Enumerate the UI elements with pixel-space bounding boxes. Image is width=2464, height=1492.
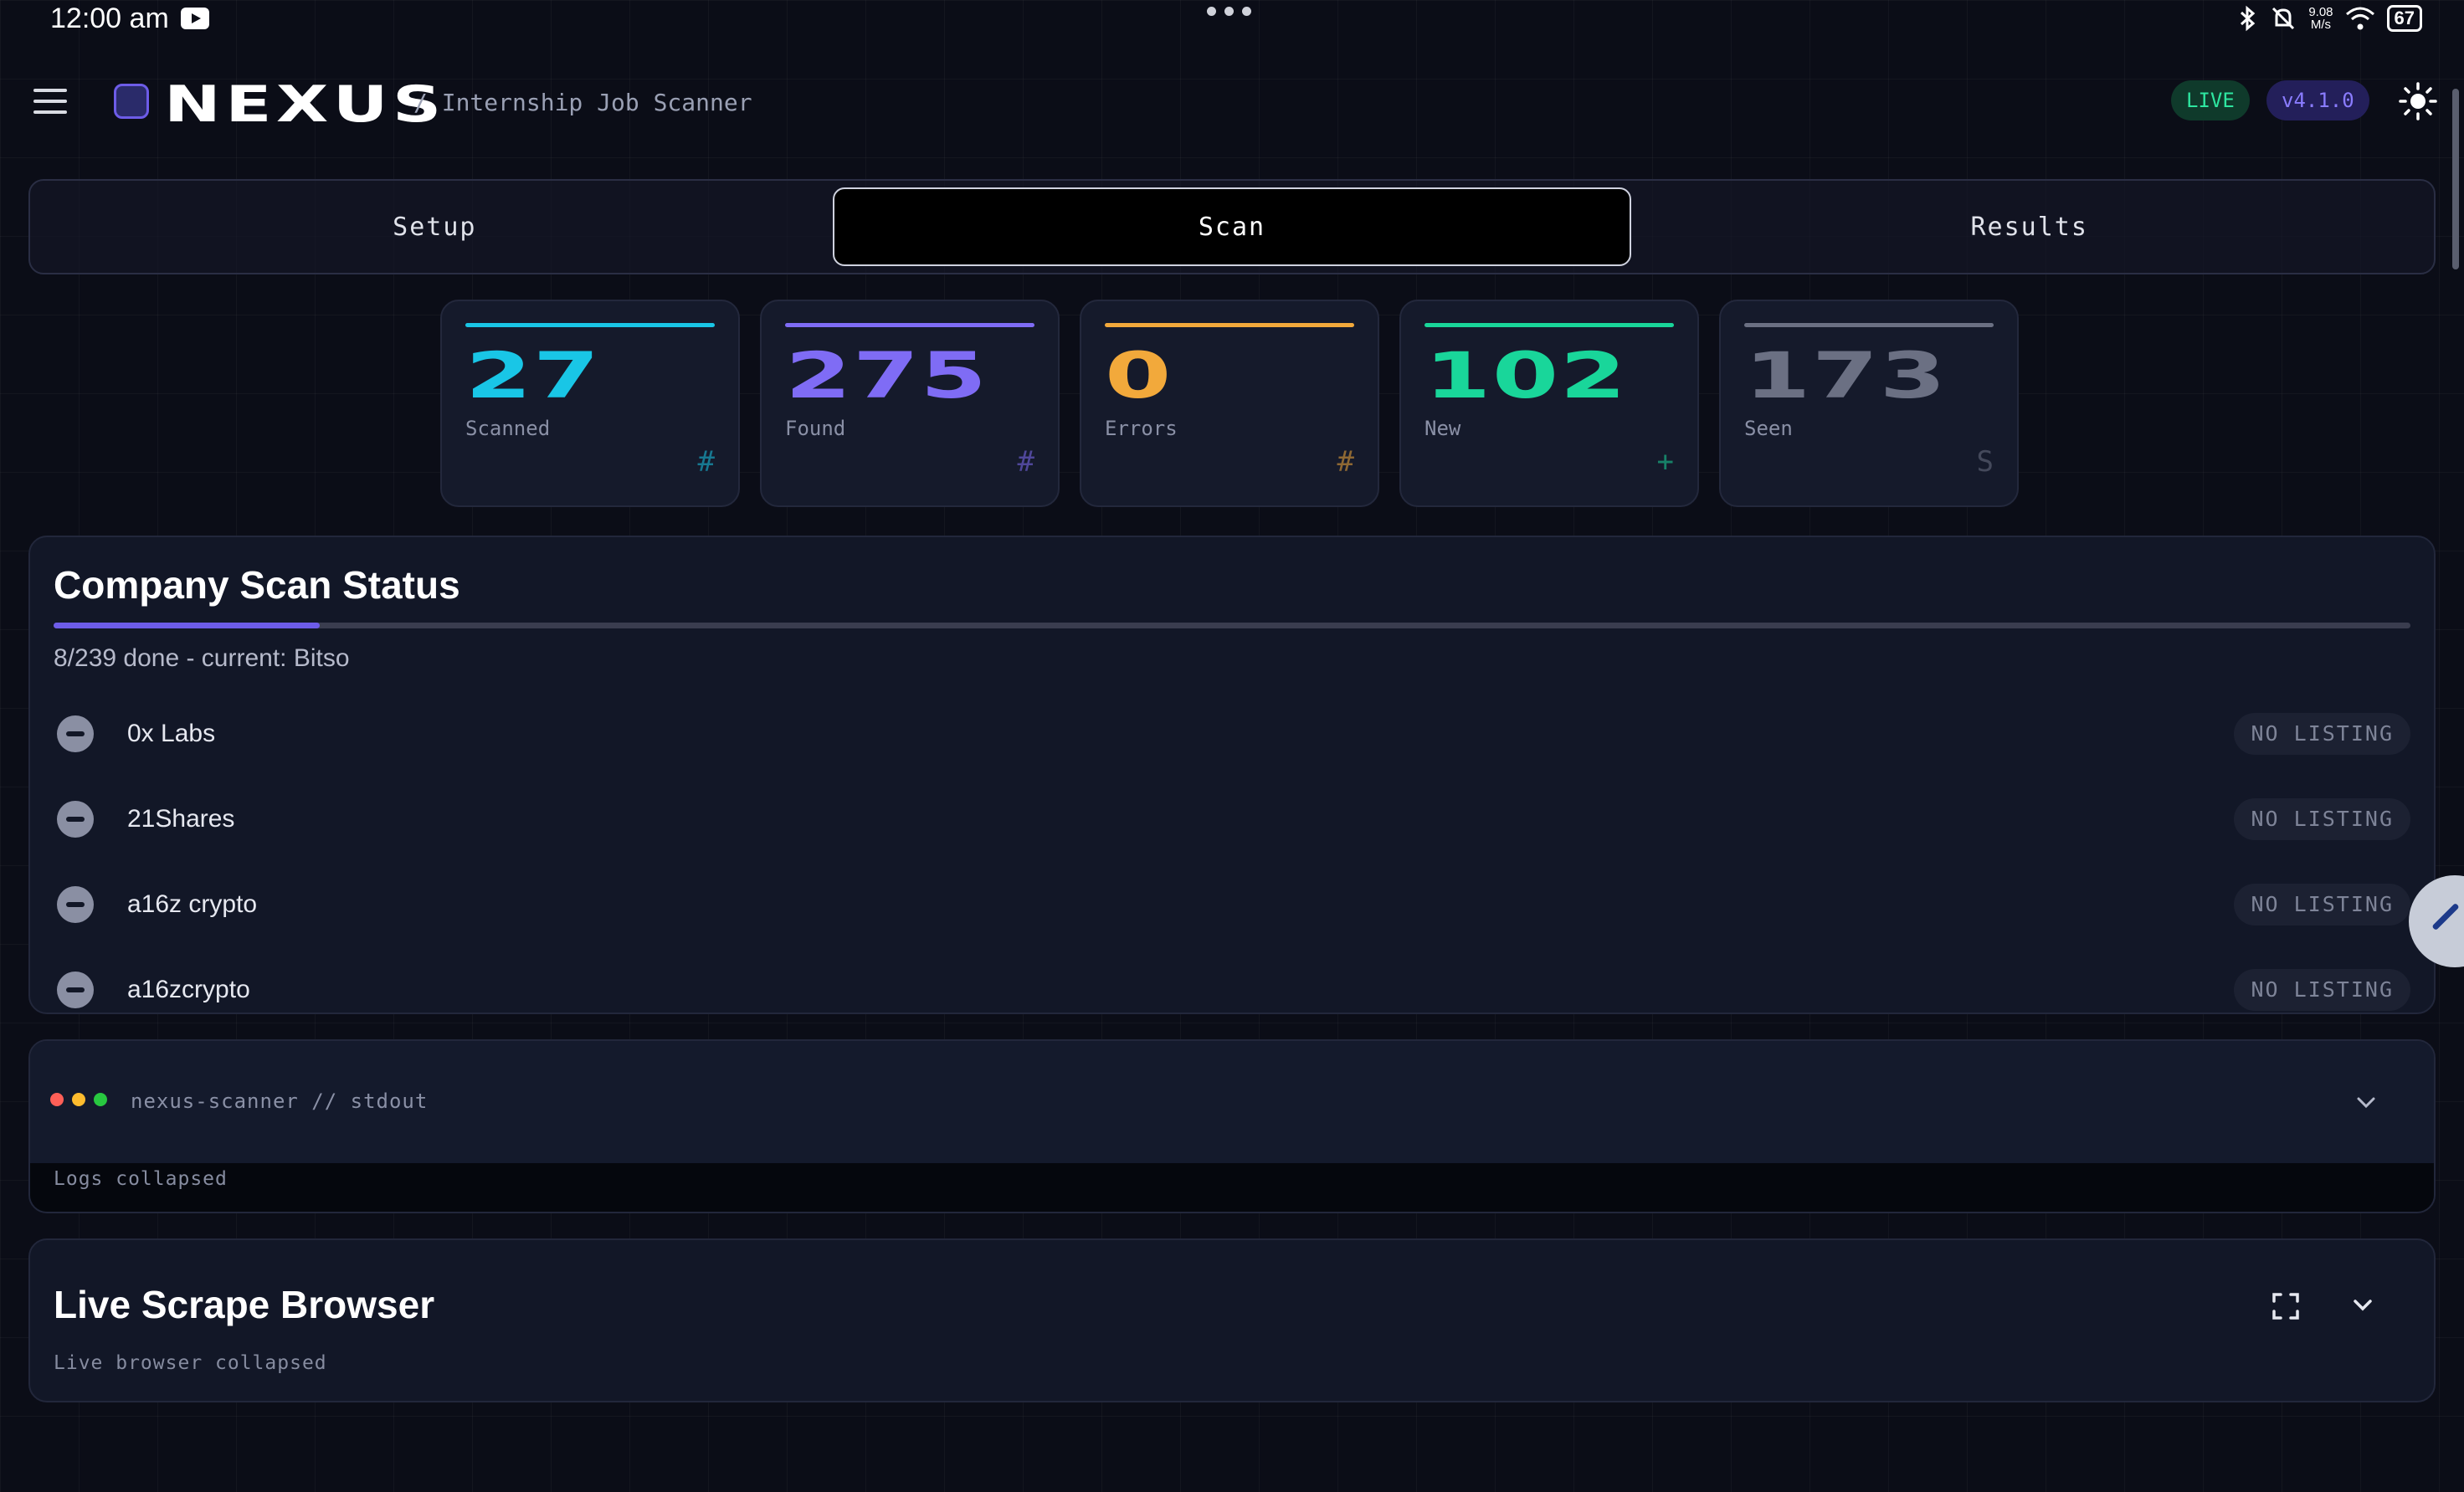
theme-toggle-sun-icon[interactable] xyxy=(2399,82,2437,120)
chevron-down-icon[interactable] xyxy=(2354,1090,2379,1115)
stat-cards: 27 Scanned # 275 Found # 0 Errors # 102 … xyxy=(440,300,2019,507)
scrollbar[interactable] xyxy=(2452,89,2459,269)
stat-label: Scanned xyxy=(465,417,551,440)
hash-icon: # xyxy=(697,445,715,479)
stat-value: 102 xyxy=(1424,338,1628,413)
list-item[interactable]: 0x Labs NO LISTING xyxy=(54,691,2410,777)
browser-collapsed-text: Live browser collapsed xyxy=(54,1352,327,1374)
stat-accent-bar xyxy=(1744,323,1994,327)
stat-card-found: 275 Found # xyxy=(760,300,1060,507)
stat-label: Found xyxy=(785,417,846,440)
company-name: 0x Labs xyxy=(127,720,216,747)
list-item[interactable]: a16z crypto NO LISTING xyxy=(54,862,2410,947)
plus-icon: + xyxy=(1656,445,1674,479)
youtube-icon xyxy=(180,8,209,29)
log-panel-header[interactable]: nexus-scanner // stdout xyxy=(30,1041,2434,1163)
stat-accent-bar xyxy=(1105,323,1354,327)
yellow-dot-icon xyxy=(72,1093,85,1106)
live-badge: LIVE xyxy=(2171,80,2250,120)
stat-label: New xyxy=(1424,417,1461,440)
stat-accent-bar xyxy=(1424,323,1674,327)
scan-progress-bar xyxy=(54,623,2410,628)
stat-accent-bar xyxy=(785,323,1034,327)
stat-value: 173 xyxy=(1744,338,1948,413)
tab-results[interactable]: Results xyxy=(1631,187,2427,266)
network-speed: 9.08 M/s xyxy=(2308,5,2333,32)
wifi-icon xyxy=(2345,7,2374,30)
stat-value: 27 xyxy=(465,338,601,413)
stat-label: Seen xyxy=(1744,417,1793,440)
version-badge: v4.1.0 xyxy=(2266,80,2369,120)
scan-progress-fill xyxy=(54,623,321,628)
stat-card-new: 102 New + xyxy=(1399,300,1699,507)
green-dot-icon xyxy=(94,1093,107,1106)
window-dots xyxy=(50,1093,107,1106)
list-item[interactable]: 21Shares NO LISTING xyxy=(54,777,2410,862)
log-body: Logs collapsed xyxy=(30,1163,2434,1212)
main-tabs: Setup Scan Results xyxy=(28,179,2436,274)
company-name: a16zcrypto xyxy=(127,976,250,1003)
minus-circle-icon xyxy=(57,801,94,838)
stat-label: Errors xyxy=(1105,417,1178,440)
company-name: a16z crypto xyxy=(127,890,258,918)
status-badge: NO LISTING xyxy=(2234,798,2410,840)
fullscreen-icon[interactable] xyxy=(2272,1292,2300,1320)
clock: 12:00 am xyxy=(50,2,169,34)
stat-card-scanned: 27 Scanned # xyxy=(440,300,740,507)
panel-title: Company Scan Status xyxy=(54,563,460,607)
panel-title: Live Scrape Browser xyxy=(54,1283,435,1326)
chevron-down-icon[interactable] xyxy=(2350,1292,2375,1317)
breadcrumb: / Internship Job Scanner xyxy=(413,89,752,116)
log-collapsed-text: Logs collapsed xyxy=(54,1168,228,1190)
list-item[interactable]: a16zcrypto NO LISTING xyxy=(54,947,2410,1013)
minus-circle-icon xyxy=(57,886,94,923)
hamburger-menu-icon[interactable] xyxy=(33,89,67,114)
stat-value: 275 xyxy=(785,338,988,413)
app-header: NEXUS / Internship Job Scanner LIVE v4.1… xyxy=(0,67,2464,136)
status-bar: 12:00 am 9.08 M/s 67 xyxy=(0,0,2464,37)
stat-card-seen: 173 Seen S xyxy=(1719,300,2019,507)
status-badge: NO LISTING xyxy=(2234,713,2410,755)
red-dot-icon xyxy=(50,1093,64,1106)
stat-accent-bar xyxy=(465,323,715,327)
bell-muted-icon xyxy=(2272,7,2295,30)
stat-card-errors: 0 Errors # xyxy=(1080,300,1379,507)
minus-circle-icon xyxy=(57,715,94,752)
stat-value: 0 xyxy=(1105,338,1173,413)
status-badge: NO LISTING xyxy=(2234,969,2410,1011)
brand-name: NEXUS xyxy=(164,75,446,134)
tab-setup[interactable]: Setup xyxy=(37,187,833,266)
nexus-logo-icon xyxy=(114,84,149,119)
company-name: 21Shares xyxy=(127,805,235,833)
tab-scan[interactable]: Scan xyxy=(832,187,1632,266)
multitask-handle[interactable] xyxy=(1207,7,1251,16)
log-panel: nexus-scanner // stdout Logs collapsed xyxy=(28,1039,2436,1213)
hash-icon: # xyxy=(1017,445,1034,479)
log-title: nexus-scanner // stdout xyxy=(131,1090,429,1113)
bluetooth-icon xyxy=(2241,5,2256,32)
scan-progress-text: 8/239 done - current: Bitso xyxy=(54,644,350,672)
seen-icon: S xyxy=(1976,445,1994,479)
company-scan-panel: Company Scan Status 8/239 done - current… xyxy=(28,536,2436,1014)
live-browser-panel: Live Scrape Browser Live browser collaps… xyxy=(28,1238,2436,1402)
hash-icon: # xyxy=(1337,445,1354,479)
minus-circle-icon xyxy=(57,972,94,1008)
status-badge: NO LISTING xyxy=(2234,884,2410,925)
battery-indicator: 67 xyxy=(2386,5,2422,32)
